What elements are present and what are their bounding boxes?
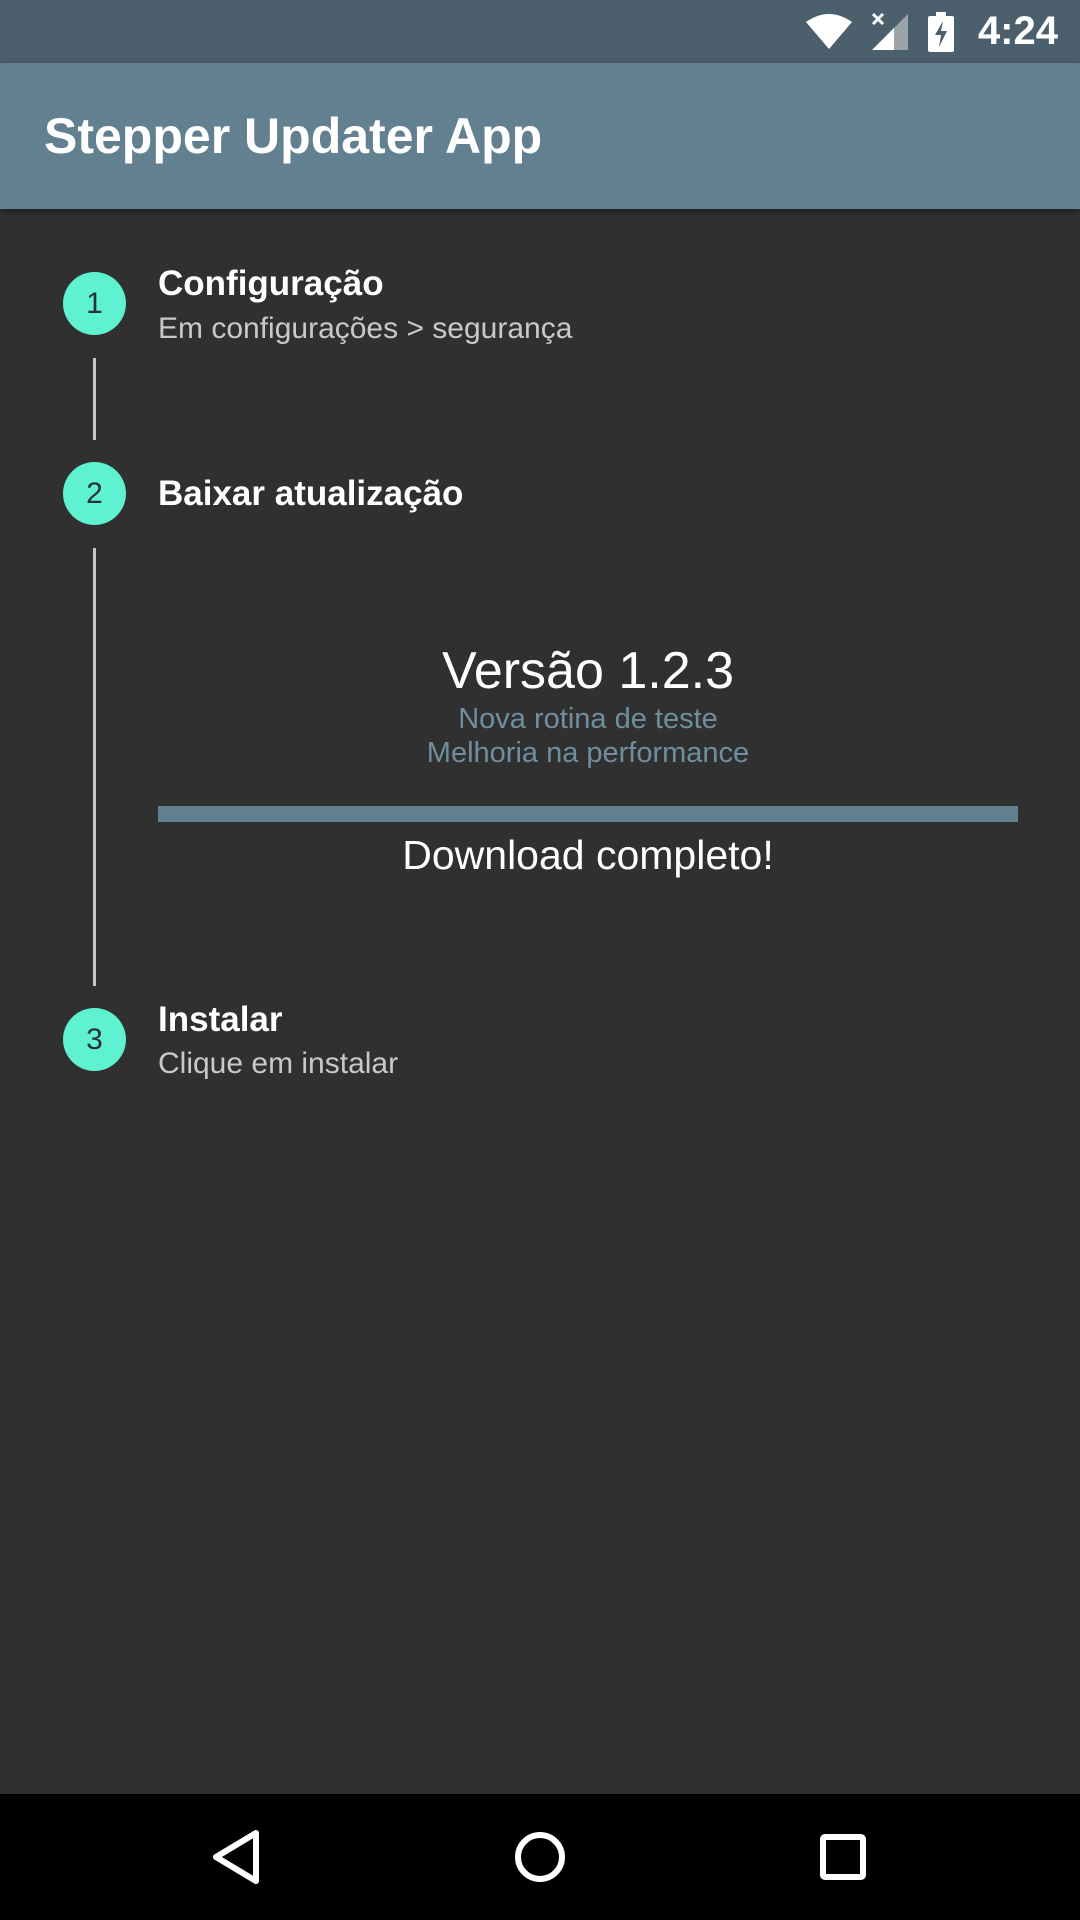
step-1-subtitle: Em configurações > segurança xyxy=(158,312,573,345)
update-info: Versão 1.2.3 Nova rotina de teste Melhor… xyxy=(158,640,1018,770)
download-progress-bar xyxy=(158,806,1018,822)
wifi-icon xyxy=(805,13,852,50)
version-note: Melhoria na performance xyxy=(426,737,750,769)
back-icon xyxy=(213,1830,259,1884)
app-bar: Stepper Updater App xyxy=(0,63,1080,209)
download-progress-fill xyxy=(158,806,1018,822)
step-3-subtitle: Clique em instalar xyxy=(158,1047,399,1080)
battery-charging-icon xyxy=(927,11,954,52)
status-bar: 4:24 xyxy=(0,0,1080,63)
signal-icon xyxy=(870,12,910,52)
status-time: 4:24 xyxy=(977,9,1058,53)
home-button[interactable] xyxy=(507,1824,573,1890)
step-3-circle[interactable]: 3 xyxy=(63,1008,126,1071)
step-2-circle[interactable]: 2 xyxy=(63,462,126,525)
app-title: Stepper Updater App xyxy=(44,108,543,164)
recents-button[interactable] xyxy=(810,1824,876,1890)
navigation-bar xyxy=(0,1794,1080,1920)
recents-icon xyxy=(820,1834,866,1880)
step-3-title[interactable]: Instalar xyxy=(158,1000,283,1040)
step-connector xyxy=(93,358,96,440)
back-button[interactable] xyxy=(203,1824,269,1890)
download-status: Download completo! xyxy=(402,832,774,878)
step-1-circle[interactable]: 1 xyxy=(63,272,126,335)
step-connector xyxy=(93,548,96,986)
home-icon xyxy=(515,1832,565,1882)
version-note: Nova rotina de teste xyxy=(458,703,718,735)
version-title: Versão 1.2.3 xyxy=(442,642,734,700)
step-2-title[interactable]: Baixar atualização xyxy=(158,474,463,514)
step-1-title[interactable]: Configuração xyxy=(158,264,384,304)
